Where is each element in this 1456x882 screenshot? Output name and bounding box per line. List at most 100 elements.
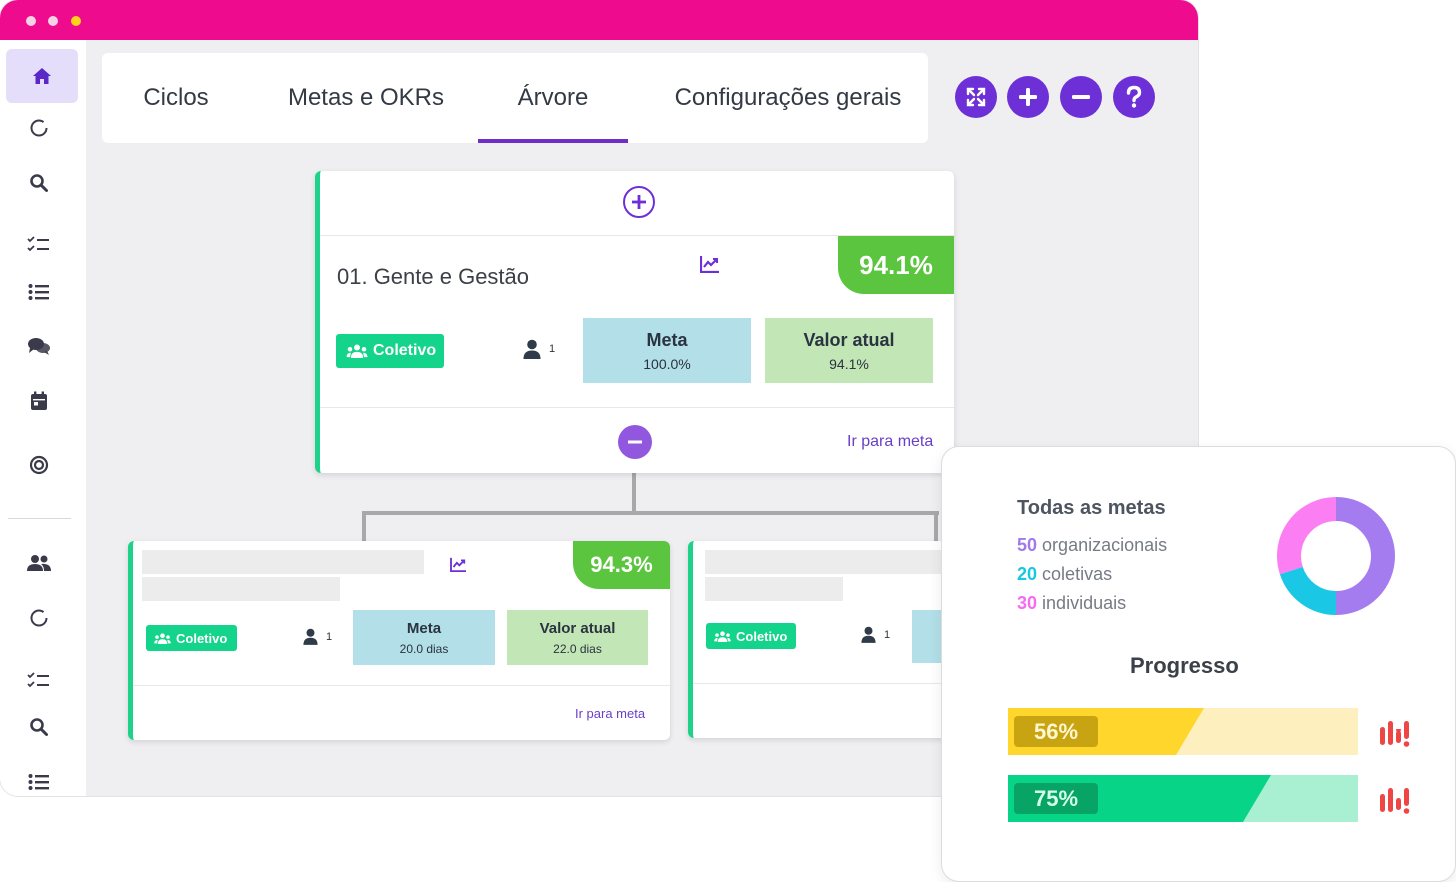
- goal-progress-badge: 94.1%: [838, 236, 954, 294]
- add-child-button[interactable]: [623, 186, 655, 218]
- chip-label: Coletivo: [176, 630, 228, 646]
- chart-trend-button[interactable]: [450, 557, 467, 577]
- people-count: 1: [861, 626, 890, 643]
- go-to-goal-link[interactable]: Ir para meta: [575, 706, 645, 721]
- collective-chip: Coletivo: [706, 623, 796, 649]
- zoom-in-button[interactable]: [1007, 76, 1049, 118]
- tab-goals-okrs[interactable]: Metas e OKRs: [274, 53, 458, 143]
- title-placeholder: [705, 577, 843, 601]
- window-minimize-dot[interactable]: [48, 16, 58, 26]
- list-icon: [28, 774, 49, 790]
- current-value: 94.1%: [829, 355, 869, 372]
- people-count-value: 1: [884, 628, 891, 641]
- tab-tree[interactable]: Árvore: [478, 53, 628, 143]
- tree-connector: [632, 473, 636, 514]
- collapse-button[interactable]: [618, 425, 652, 459]
- card-divider: [133, 685, 670, 686]
- target-value: 20.0 dias: [399, 641, 449, 656]
- stat-count: 30: [1017, 593, 1038, 613]
- stat-count: 50: [1017, 535, 1038, 555]
- target-value-box: Meta 100.0%: [583, 318, 751, 383]
- cycle-icon: [30, 119, 48, 137]
- title-placeholder: [142, 577, 340, 601]
- sidebar-item-calendar[interactable]: [24, 386, 54, 416]
- progress-title: Progresso: [1130, 653, 1239, 678]
- alert-icon: [1379, 784, 1411, 821]
- target-label: Meta: [646, 329, 688, 350]
- sidebar: [0, 40, 86, 796]
- plus-icon: [632, 195, 646, 209]
- go-to-goal-link[interactable]: Ir para meta: [847, 433, 933, 451]
- cycle-icon: [30, 609, 48, 627]
- title-placeholder: [142, 550, 424, 574]
- stat-label: organizacionais: [1042, 535, 1168, 555]
- sidebar-item-search-2[interactable]: [24, 712, 54, 742]
- zoom-out-button[interactable]: [1060, 76, 1102, 118]
- sidebar-item-home[interactable]: [6, 49, 78, 103]
- progress-bar: 75%: [1008, 775, 1358, 822]
- help-button[interactable]: [1113, 76, 1155, 118]
- donut-slice-coletivas: [1279, 566, 1337, 615]
- current-label: Valor atual: [539, 619, 616, 637]
- tree-connector: [362, 511, 366, 541]
- donut-slice-individuais: [1277, 497, 1337, 575]
- sidebar-item-tasks-2[interactable]: [24, 666, 54, 696]
- help-icon: [1126, 85, 1142, 108]
- target-label: Meta: [406, 619, 442, 637]
- tab-label: Metas e OKRs: [287, 84, 445, 111]
- person-icon: [523, 339, 541, 359]
- progress-label: 56%: [1014, 716, 1098, 747]
- minus-icon: [628, 440, 642, 444]
- current-value-box: Valor atual 22.0 dias: [507, 610, 648, 665]
- sidebar-item-target[interactable]: [24, 450, 54, 480]
- checklist-icon: [27, 236, 49, 252]
- tab-cycles[interactable]: Ciclos: [118, 53, 234, 143]
- sidebar-item-list[interactable]: [24, 277, 54, 307]
- people-count-value: 1: [549, 343, 556, 355]
- trend-chart-icon: [699, 256, 719, 274]
- tree-connector: [934, 511, 938, 541]
- expand-button[interactable]: [955, 76, 997, 118]
- home-icon: [33, 68, 51, 84]
- sidebar-item-tasks[interactable]: [24, 230, 54, 260]
- tab-bar: Ciclos Metas e OKRs Árvore Configurações…: [102, 53, 928, 143]
- minus-icon: [1072, 95, 1090, 99]
- chip-label: Coletivo: [373, 342, 437, 359]
- search-icon: [30, 174, 48, 192]
- stat-count: 20: [1017, 564, 1038, 584]
- plus-icon: [1019, 88, 1037, 106]
- trend-chart-icon: [450, 557, 466, 573]
- sidebar-item-chat[interactable]: [24, 331, 54, 361]
- sidebar-item-cycles-2[interactable]: [24, 603, 54, 633]
- person-icon: [303, 628, 318, 645]
- goal-card-root: 01. Gente e Gestão 94.1% Coletivo 1 Meta…: [315, 171, 954, 473]
- donut-slice-organizacionais: [1335, 497, 1395, 615]
- sidebar-item-search[interactable]: [24, 168, 54, 198]
- alert-icon: [1379, 717, 1411, 754]
- users-icon: [27, 555, 51, 571]
- people-count: 1: [303, 628, 332, 645]
- sidebar-item-list-2[interactable]: [24, 767, 54, 796]
- stats-panel: Todas as metas 50 organizacionais 20 col…: [941, 446, 1456, 882]
- goal-progress-badge: 94.3%: [573, 541, 670, 589]
- current-value-box: Valor atual 94.1%: [765, 318, 933, 383]
- sidebar-item-cycles[interactable]: [24, 113, 54, 143]
- chat-icon: [28, 338, 50, 355]
- tab-settings[interactable]: Configurações gerais: [664, 53, 912, 143]
- card-divider: [320, 407, 954, 408]
- goal-card-child: 94.3% Coletivo 1 Meta 20.0 dias Valor at…: [128, 541, 670, 740]
- stat-label: coletivas: [1042, 564, 1113, 584]
- goals-donut-chart: [1277, 497, 1395, 615]
- collective-chip: Coletivo: [336, 334, 444, 368]
- window-maximize-dot[interactable]: [71, 16, 81, 26]
- target-value-box: Meta 20.0 dias: [353, 610, 495, 665]
- tree-connector: [362, 511, 939, 515]
- window-close-dot[interactable]: [26, 16, 36, 26]
- sidebar-item-team[interactable]: [24, 548, 54, 578]
- stat-organizational: 50 organizacionais: [1017, 535, 1167, 556]
- chip-label: Coletivo: [736, 628, 788, 644]
- chart-trend-button[interactable]: [699, 255, 720, 278]
- people-count-value: 1: [326, 630, 333, 643]
- users-icon: [346, 344, 368, 358]
- list-icon: [28, 284, 49, 300]
